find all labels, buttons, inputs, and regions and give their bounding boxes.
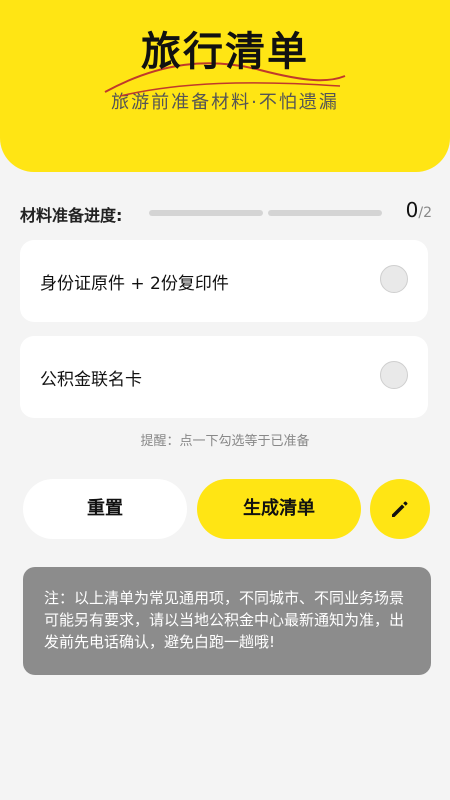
progress-bar-segment-1 (149, 210, 263, 216)
progress-total: /2 (418, 205, 432, 221)
checklist-item-label: 身份证原件 + 2份复印件 (40, 274, 229, 294)
generate-list-button[interactable]: 生成清单 (197, 479, 361, 539)
reset-button[interactable]: 重置 (23, 479, 187, 539)
progress-done: 0 (405, 198, 419, 222)
edit-button[interactable] (370, 479, 430, 539)
progress-label: 材料准备进度: (20, 206, 123, 225)
title-area: 旅行清单 (0, 22, 450, 97)
notice-box: 注：以上清单为常见通用项，不同城市、不同业务场景可能另有要求，请以当地公积金中心… (23, 567, 431, 675)
progress-row: 材料准备进度: 0/2 (20, 198, 432, 228)
checklist-item-label: 公积金联名卡 (40, 370, 142, 390)
progress-bar-segment-2 (268, 210, 382, 216)
checkbox-circle-icon[interactable] (380, 361, 408, 389)
header-banner: 旅行清单 旅游前准备材料·不怕遗漏 (0, 0, 450, 172)
checklist-item[interactable]: 身份证原件 + 2份复印件 (20, 240, 428, 322)
progress-count: 0/2 (406, 198, 432, 222)
checklist-item[interactable]: 公积金联名卡 (20, 336, 428, 418)
checkbox-circle-icon[interactable] (380, 265, 408, 293)
pencil-icon (392, 501, 408, 517)
hint-text: 提醒：点一下勾选等于已准备 (140, 434, 310, 449)
page-title: 旅行清单 (141, 29, 309, 75)
